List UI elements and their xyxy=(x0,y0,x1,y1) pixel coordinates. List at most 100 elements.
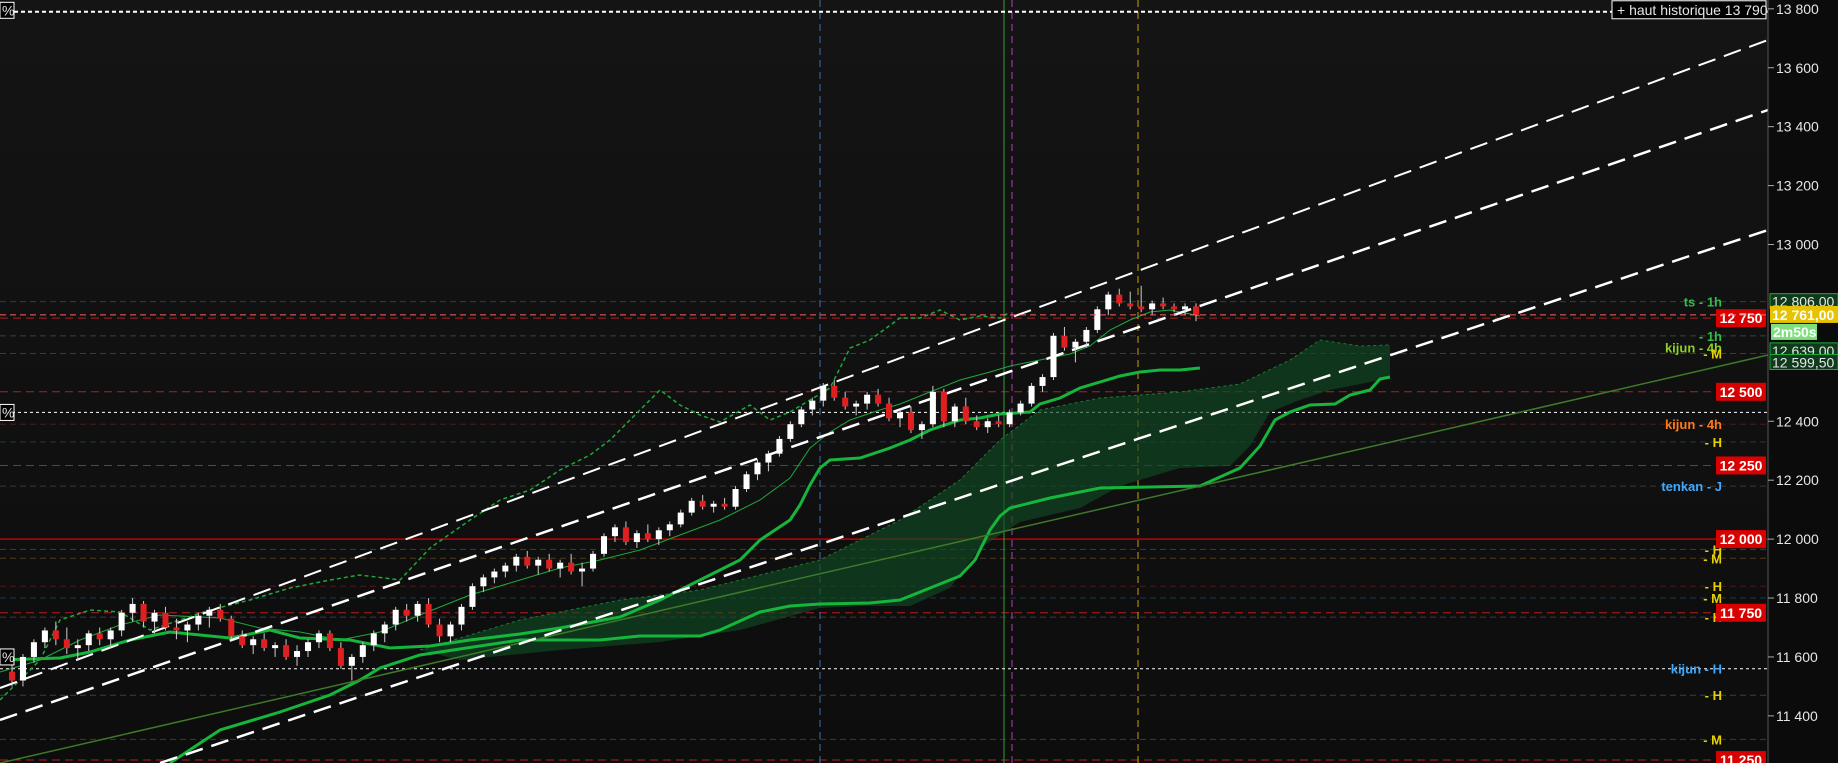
candle-body xyxy=(184,624,191,631)
y-tick-label: 11 600 xyxy=(1776,649,1818,665)
candle-body xyxy=(710,503,717,507)
candle-body xyxy=(513,556,520,566)
candle-body xyxy=(1094,309,1101,330)
level-annotation: - M xyxy=(1703,732,1722,747)
candle-body xyxy=(294,651,301,657)
axis-value-label: 12 599,50 xyxy=(1772,354,1834,370)
candle-body xyxy=(1083,329,1090,342)
candle-body xyxy=(107,630,114,640)
candle-body xyxy=(831,385,838,398)
channel-lower-line xyxy=(159,228,1769,763)
candle-body xyxy=(403,609,410,616)
candle-body xyxy=(228,618,235,637)
level-annotation: - M xyxy=(1703,551,1722,566)
candle-body xyxy=(984,421,991,428)
candle-body xyxy=(348,656,355,666)
candle-body xyxy=(381,624,388,634)
candle-body xyxy=(458,606,465,625)
candle-body xyxy=(644,533,651,540)
candle-body xyxy=(261,639,268,649)
y-tick-label: 13 600 xyxy=(1776,60,1819,76)
candle-body xyxy=(655,530,662,540)
candle-body xyxy=(524,556,531,566)
candle-body xyxy=(41,630,48,643)
candle-body xyxy=(699,500,706,507)
candle-body xyxy=(162,612,169,628)
chart-canvas: 13 800 13 600 13 400 13 200 13 000 12 400 12 2… xyxy=(0,0,1838,763)
candle-body xyxy=(480,577,487,587)
candle-body xyxy=(875,394,882,404)
candle-body xyxy=(425,603,432,625)
candle-body xyxy=(326,633,333,649)
y-tick-label: 12 400 xyxy=(1776,413,1819,429)
candle-body xyxy=(491,571,498,578)
candlestick-chart: 13 800 13 600 13 400 13 200 13 000 12 400 12 2… xyxy=(0,0,1838,763)
candle-body xyxy=(1149,303,1156,310)
ichimoku-cloud xyxy=(420,340,1390,660)
candle-body xyxy=(600,536,608,554)
candle-body xyxy=(1050,335,1057,378)
y-tick-label: 11 800 xyxy=(1776,590,1818,606)
candle-body xyxy=(666,524,673,531)
candle-body xyxy=(414,603,421,616)
candle-body xyxy=(886,403,893,419)
candle-body xyxy=(1116,294,1123,304)
candle-body xyxy=(436,624,443,637)
candle-body xyxy=(1192,306,1200,315)
candle-body xyxy=(896,412,904,419)
level-annotation: - H xyxy=(1705,435,1722,450)
candle-body xyxy=(798,409,805,425)
candle-body xyxy=(140,603,147,622)
historic-high-label: + haut historique 13 790 xyxy=(1617,2,1768,18)
y-tick-label: 12 200 xyxy=(1776,472,1819,488)
candle-body xyxy=(1039,377,1046,386)
candle-body xyxy=(1105,294,1112,310)
candle-body xyxy=(272,645,279,649)
candle-body xyxy=(907,412,914,431)
candle-body xyxy=(370,633,377,646)
candle-body xyxy=(315,633,322,643)
candle-body xyxy=(951,406,958,422)
candle-body xyxy=(622,527,629,543)
candle-body xyxy=(842,397,849,407)
current-price-label: 12 761,00 xyxy=(1772,307,1834,323)
candle-body xyxy=(590,553,597,569)
candle-body xyxy=(809,400,816,410)
candle-body xyxy=(392,609,399,625)
candle-body xyxy=(1160,303,1167,307)
price-level-label: 11 750 xyxy=(1720,605,1762,621)
y-tick-label: 12 000 xyxy=(1776,531,1819,547)
candle-body xyxy=(732,489,739,507)
candle-timer-label: 2m50s xyxy=(1773,324,1817,340)
candle-body xyxy=(864,394,871,404)
candle-body xyxy=(129,603,136,613)
channel-upper-line xyxy=(0,108,1769,722)
candle-body xyxy=(74,645,81,649)
y-tick-label: 11 400 xyxy=(1776,708,1818,724)
price-level-label: 12 000 xyxy=(1720,531,1763,547)
candle-body xyxy=(52,630,59,640)
price-level-label: 11 250 xyxy=(1720,752,1762,763)
candle-body xyxy=(940,391,947,422)
left-mark-label: % xyxy=(2,2,14,18)
candle-body xyxy=(85,633,92,646)
candle-body xyxy=(535,559,542,566)
candle-body xyxy=(1017,403,1024,413)
candle-body xyxy=(151,612,158,622)
candle-body xyxy=(239,636,246,646)
candle-body xyxy=(1006,412,1013,425)
candle-body xyxy=(973,421,980,428)
candle-body xyxy=(918,424,925,431)
candle-body xyxy=(1138,306,1145,310)
candle-body xyxy=(304,642,312,652)
candle-body xyxy=(359,645,366,657)
candle-body xyxy=(611,527,618,537)
level-annotation: ts - 1h xyxy=(1684,295,1722,310)
candle-body xyxy=(853,403,860,407)
candle-body xyxy=(721,503,728,507)
candle-body xyxy=(1028,385,1035,404)
price-level-label: 12 750 xyxy=(1720,310,1763,326)
y-tick-label: 13 200 xyxy=(1776,178,1819,194)
candle-body xyxy=(995,421,1002,425)
candle-body xyxy=(1182,306,1189,310)
